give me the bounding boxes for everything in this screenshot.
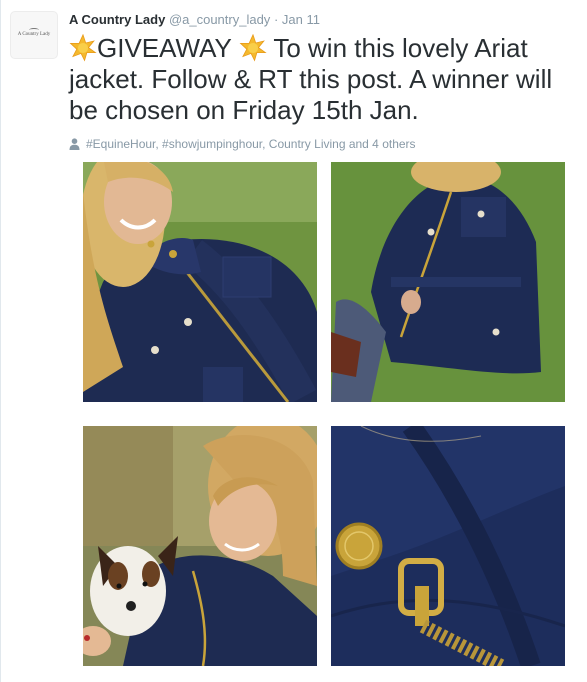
author-handle[interactable]: @a_country_lady [169, 12, 270, 27]
tweet-card: A Country Lady A Country Lady @a_country… [0, 0, 587, 682]
photo-jacket-button-zipper-closeup[interactable] [331, 426, 565, 666]
tweet-text-part1: GIVEAWAY [97, 33, 239, 63]
star-emoji-icon [239, 34, 267, 62]
star-emoji-icon [69, 34, 97, 62]
header-separator: · [273, 12, 279, 27]
photo-woman-with-puppy[interactable] [83, 426, 317, 666]
tweet-text: GIVEAWAY To win this lovely Ariat jacket… [69, 33, 574, 126]
tagged-people-text: #EquineHour, #showjumpinghour, Country L… [86, 137, 416, 151]
tweet-header: A Country Lady @a_country_lady · Jan 11 [69, 12, 320, 28]
avatar-logo-text: A Country Lady [17, 32, 51, 37]
tagged-people[interactable]: #EquineHour, #showjumpinghour, Country L… [69, 136, 416, 152]
tweet-footer-area [1, 672, 587, 682]
author-name[interactable]: A Country Lady [69, 12, 165, 27]
tweet-timestamp[interactable]: Jan 11 [282, 12, 320, 27]
photo-woman-jacket-standing[interactable] [331, 162, 565, 402]
photo-woman-smiling-jacket[interactable] [83, 162, 317, 402]
profile-avatar[interactable]: A Country Lady [10, 11, 58, 59]
person-icon [69, 138, 80, 150]
